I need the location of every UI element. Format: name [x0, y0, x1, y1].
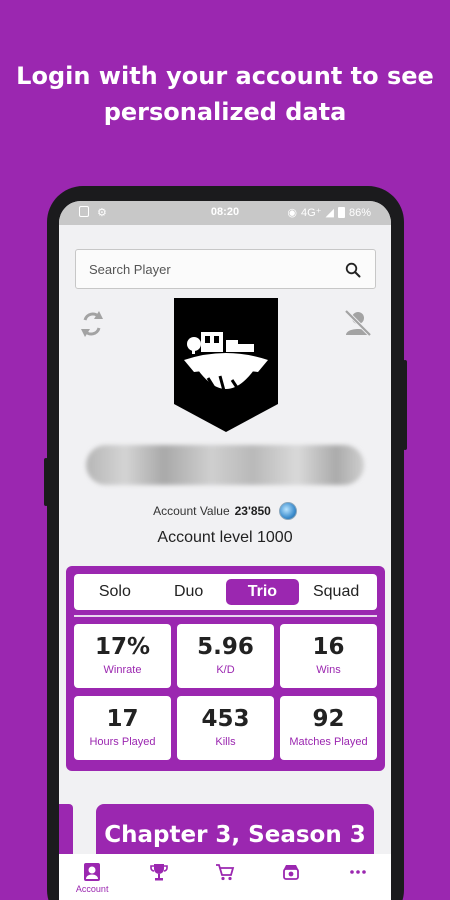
- account-value-row: Account Value 23'850: [59, 502, 391, 520]
- stat-value: 17: [106, 706, 139, 732]
- phone-side-button: [403, 360, 407, 450]
- tab-duo[interactable]: Duo: [152, 579, 226, 605]
- stat-value: 5.96: [197, 634, 254, 660]
- nav-cart[interactable]: [200, 862, 250, 882]
- tab-squad[interactable]: Squad: [299, 579, 373, 605]
- cart-icon: [215, 864, 235, 881]
- search-icon[interactable]: [345, 262, 361, 278]
- vbucks-icon: [278, 502, 297, 520]
- stats-card: Solo Duo Trio Squad 17% Winrate 5.96 K/D…: [66, 566, 385, 771]
- stat-kills: 453 Kills: [177, 696, 274, 760]
- stat-label: Matches Played: [289, 736, 368, 748]
- shop-icon: [283, 865, 300, 880]
- nav-account-label: Account: [75, 884, 109, 894]
- player-banner: [174, 298, 278, 432]
- trophy-icon: [149, 864, 168, 881]
- stat-label: Winrate: [103, 664, 142, 676]
- eye-icon: ◉: [287, 207, 298, 219]
- player-name-blurred: [86, 445, 364, 485]
- app-screen: ⚙ 08:20 ◉ 4G⁺ ◢ 86% Search Player Accoun…: [59, 201, 391, 900]
- promo-headline: Login with your account to see personali…: [0, 58, 450, 130]
- season-title: Chapter 3, Season 3: [104, 822, 366, 848]
- account-icon: [84, 863, 101, 881]
- status-right-icons: ◉ 4G⁺ ◢ 86%: [287, 206, 371, 220]
- promo-headline-line-1: Login with your account to see: [16, 62, 434, 90]
- tab-trio[interactable]: Trio: [225, 579, 300, 605]
- stat-wins: 16 Wins: [280, 624, 377, 688]
- nav-shop[interactable]: [266, 862, 316, 882]
- signal-icon: ◢: [325, 207, 334, 219]
- nav-more[interactable]: [333, 862, 383, 882]
- sync-icon[interactable]: [79, 309, 105, 339]
- bottom-nav: Account: [59, 854, 391, 900]
- stat-value: 16: [312, 634, 345, 660]
- stat-kd: 5.96 K/D: [177, 624, 274, 688]
- account-value-label: Account Value: [153, 504, 230, 518]
- nav-account[interactable]: Account: [67, 862, 117, 894]
- stat-label: K/D: [216, 664, 235, 676]
- search-player-field[interactable]: Search Player: [75, 249, 376, 289]
- stat-value: 453: [201, 706, 250, 732]
- network-label: 4G⁺: [301, 207, 322, 219]
- stat-winrate: 17% Winrate: [74, 624, 171, 688]
- tab-solo[interactable]: Solo: [78, 579, 152, 605]
- mode-tabs: Solo Duo Trio Squad: [74, 574, 377, 610]
- battery-percent: 86%: [348, 206, 371, 219]
- more-icon: [349, 870, 366, 874]
- account-level: Account level 1000: [157, 529, 293, 546]
- battery-icon: [337, 207, 345, 218]
- stat-matches-played: 92 Matches Played: [280, 696, 377, 760]
- account-value-amount: 23'850: [234, 504, 271, 518]
- search-input[interactable]: Search Player: [89, 262, 171, 277]
- tabs-divider: [74, 615, 377, 617]
- stat-label: Wins: [316, 664, 341, 676]
- stats-grid: 17% Winrate 5.96 K/D 16 Wins 17 Hours Pl…: [74, 624, 377, 760]
- stat-value: 17%: [94, 634, 151, 660]
- phone-side-button: [44, 458, 48, 506]
- status-bar: ⚙ 08:20 ◉ 4G⁺ ◢ 86%: [59, 201, 391, 225]
- stat-label: Kills: [215, 736, 236, 748]
- stat-value: 92: [312, 706, 345, 732]
- no-user-icon[interactable]: [343, 309, 373, 337]
- stat-hours-played: 17 Hours Played: [74, 696, 171, 760]
- promo-headline-line-2: personalized data: [103, 98, 347, 126]
- nav-trophy[interactable]: [134, 862, 184, 882]
- stat-label: Hours Played: [89, 736, 156, 748]
